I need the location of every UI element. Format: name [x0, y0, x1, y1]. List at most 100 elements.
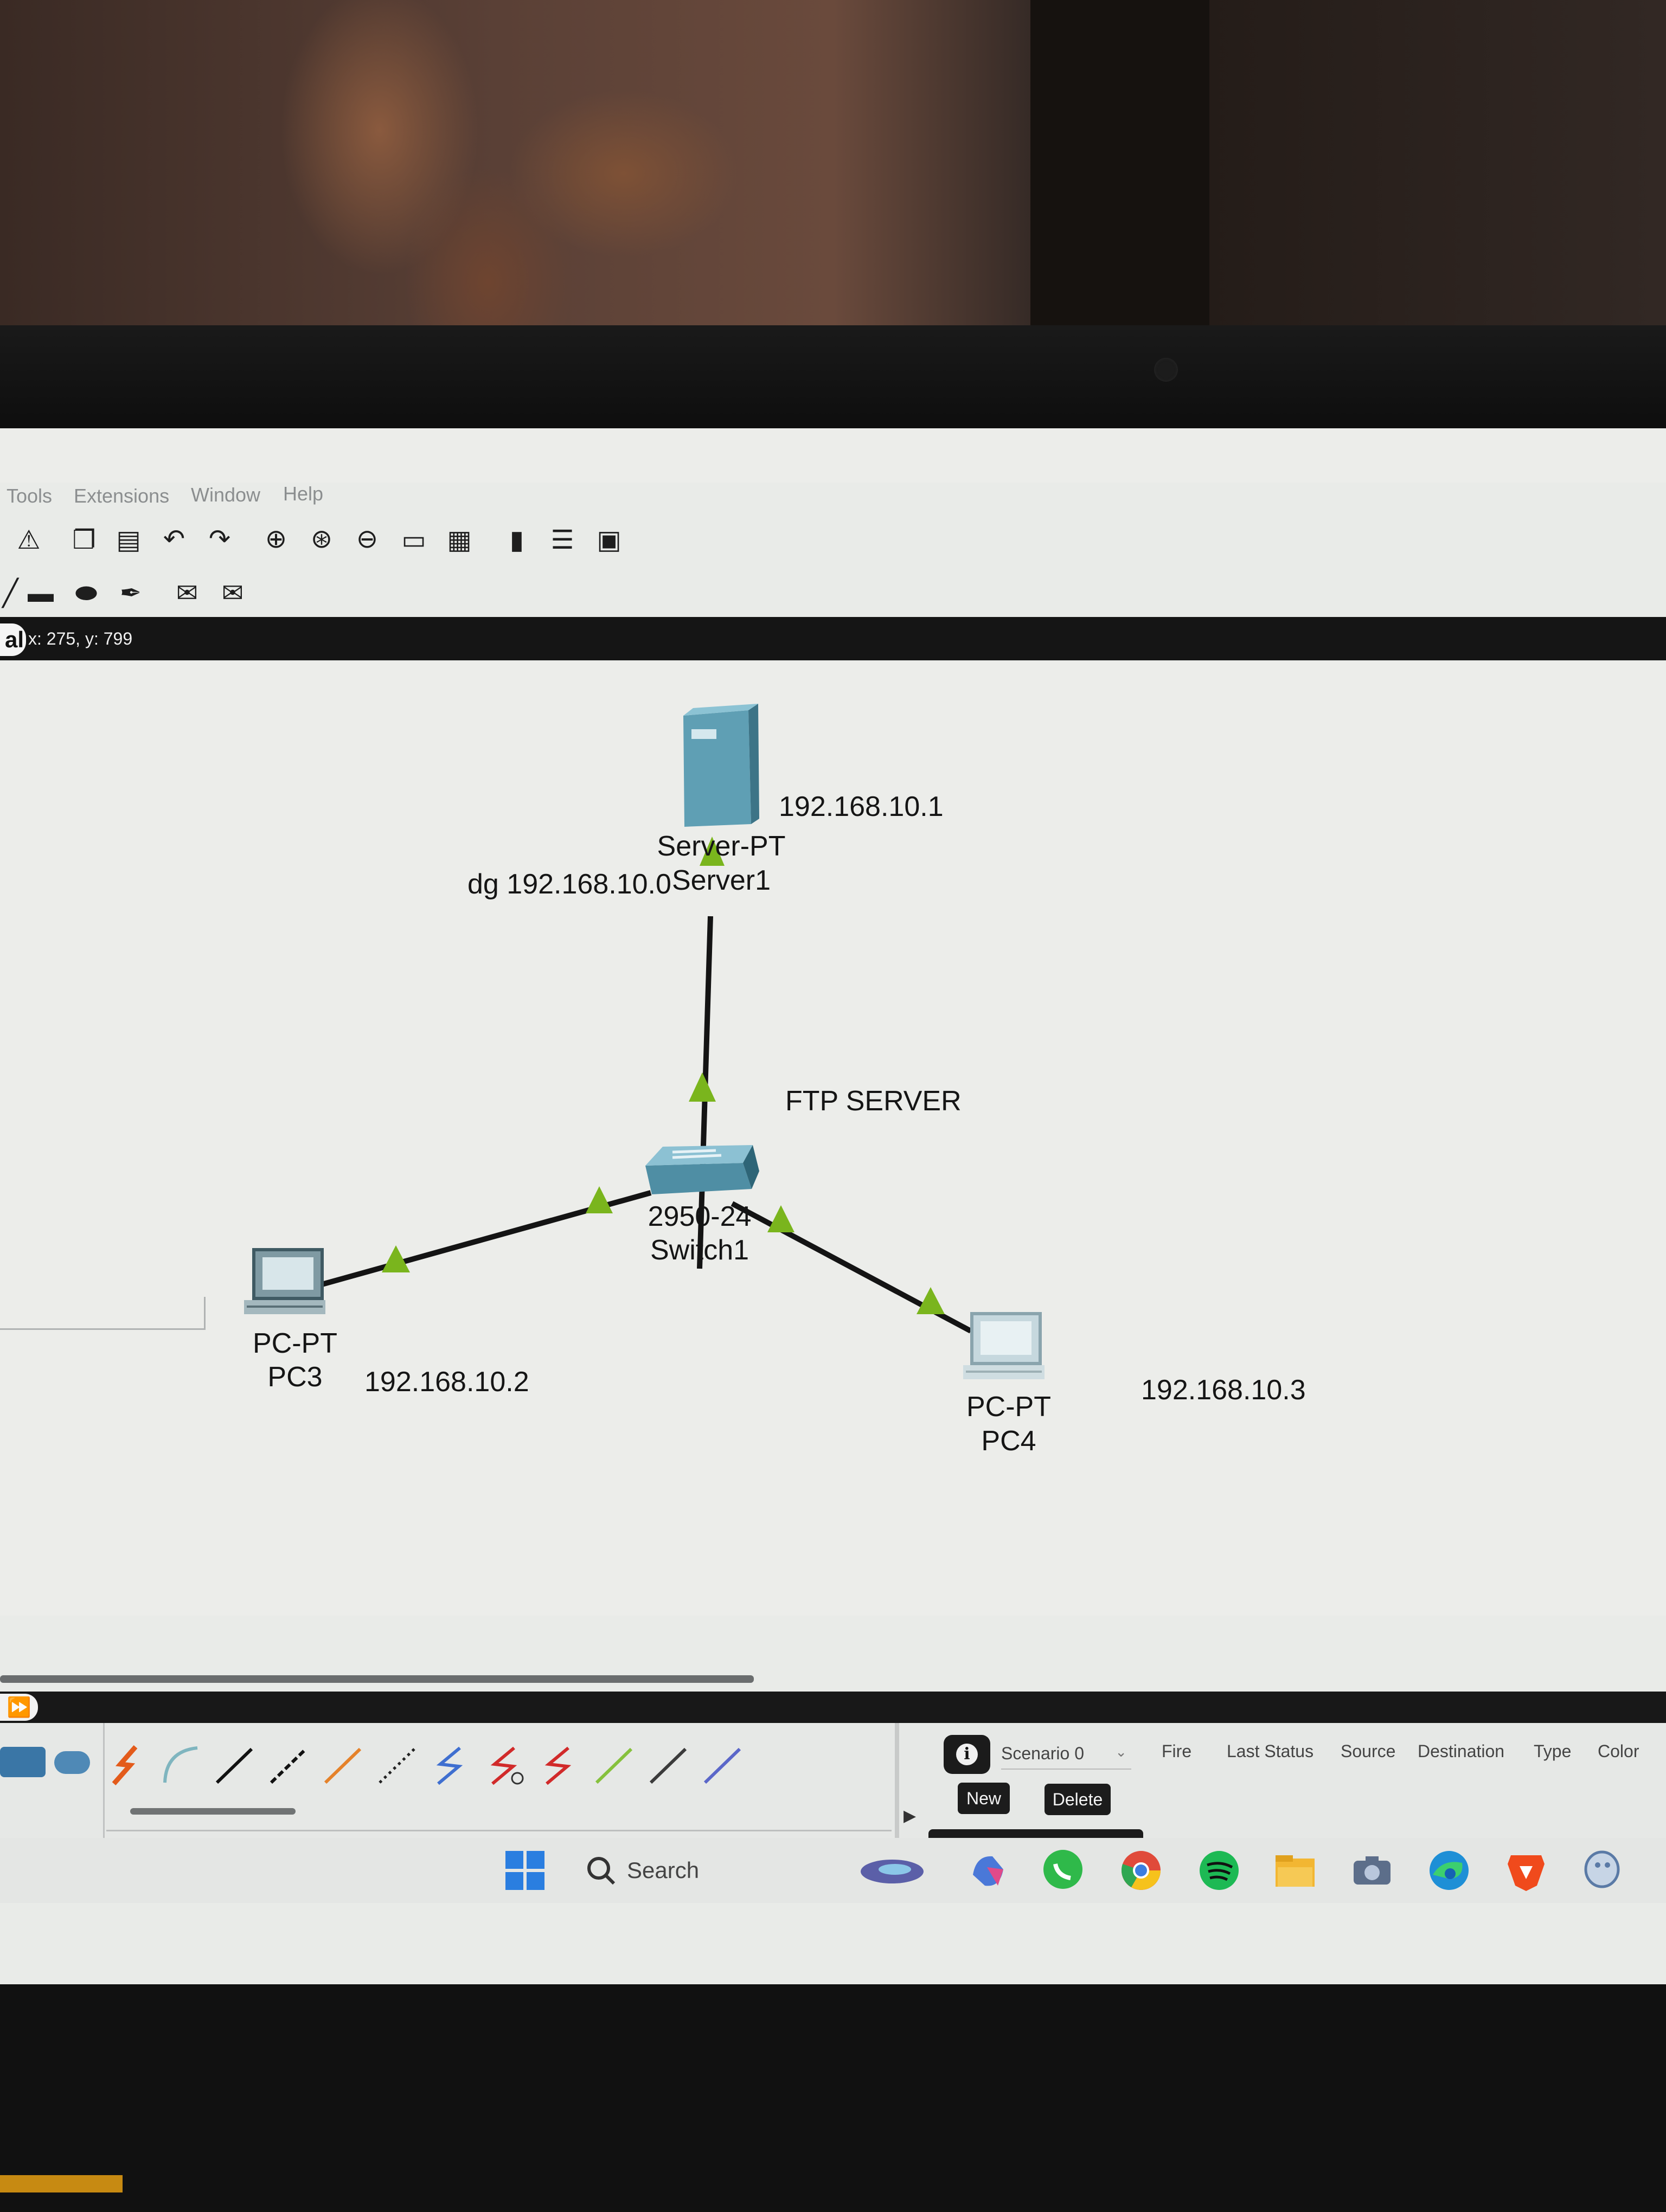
packet-tracer-window: Tools Extensions Window Help ⚠ ❐ ▤ ↶ ↷ ⊕…	[0, 428, 1666, 1984]
workspace-horizontal-scrollbar[interactable]	[0, 1675, 754, 1683]
scenario-info-button[interactable]: i	[944, 1735, 990, 1774]
windows-taskbar	[0, 1838, 1666, 1903]
camera-icon[interactable]	[1349, 1848, 1395, 1893]
server-ip-note[interactable]: 192.168.10.1	[779, 793, 944, 821]
switch1-model-label: 2950-24	[648, 1201, 752, 1232]
wall-shadow	[1030, 0, 1209, 347]
spotify-icon[interactable]	[1196, 1848, 1242, 1893]
background-wall	[0, 0, 1666, 347]
copper-cross-over-icon[interactable]	[264, 1740, 312, 1789]
coaxial-cable-icon[interactable]	[426, 1740, 475, 1789]
server1-model-label: Server-PT	[657, 831, 786, 862]
ellipse-tool-icon[interactable]: ⬬	[71, 578, 102, 609]
server1-icon[interactable]	[683, 704, 759, 827]
brave-icon[interactable]	[1503, 1848, 1549, 1893]
zoom-reset-icon[interactable]: ⊛	[306, 524, 337, 555]
pdu-col-color: Color	[1598, 1741, 1639, 1761]
pdu-col-type: Type	[1534, 1741, 1572, 1761]
laptop-bezel	[0, 325, 1666, 434]
pc4-icon[interactable]	[963, 1312, 1045, 1379]
automatic-connection-icon[interactable]	[101, 1740, 150, 1789]
menu-window[interactable]: Window	[191, 484, 260, 506]
workspace-header-strip	[0, 617, 1666, 660]
menu-tools[interactable]: Tools	[7, 485, 52, 507]
line-tool-icon[interactable]: ╱	[0, 578, 26, 609]
cursor-coordinates: x: 275, y: 799	[28, 629, 133, 648]
end-devices-category-icon[interactable]	[0, 1747, 46, 1777]
server1-name-label: Server1	[671, 865, 771, 896]
zoom-in-icon[interactable]: ⊕	[260, 524, 292, 555]
redo-icon[interactable]: ↷	[204, 524, 235, 555]
logical-workspace[interactable]: Server-PT Server1 2950-24 Switch1 PC-PT …	[0, 661, 1666, 1616]
rectangle-tool-icon[interactable]: ▬	[25, 578, 56, 609]
menu-extensions[interactable]: Extensions	[74, 485, 169, 507]
octal-cable-icon[interactable]	[589, 1740, 638, 1789]
link-status-switch-end-top	[689, 1072, 716, 1102]
connections-scrollbar[interactable]	[130, 1808, 296, 1815]
zoom-out-icon[interactable]: ⊖	[351, 524, 383, 555]
add-complex-pdu-icon[interactable]: ✉	[217, 578, 248, 609]
chevron-down-icon: ⌄	[1115, 1744, 1127, 1760]
link-status-switch-end-left	[586, 1186, 613, 1213]
pc3-ip-note[interactable]: 192.168.10.2	[364, 1368, 529, 1396]
scenario-value: Scenario 0	[1001, 1744, 1084, 1763]
menu-help[interactable]: Help	[283, 483, 323, 505]
link-status-pc4-end	[917, 1287, 945, 1314]
postgresql-icon[interactable]	[1579, 1848, 1625, 1893]
default-gateway-note[interactable]: dg 192.168.10.0	[467, 870, 671, 898]
pdu-col-source: Source	[1341, 1741, 1396, 1761]
pc3-name-label: PC3	[267, 1361, 323, 1393]
copilot-icon[interactable]	[965, 1848, 1011, 1893]
laptop-lower-bezel	[0, 1984, 1666, 2212]
workspace-mode-indicator[interactable]: al	[0, 623, 26, 656]
rectangle-view-icon[interactable]: ▭	[398, 525, 430, 556]
undo-icon[interactable]: ↶	[158, 524, 190, 555]
freeform-tool-icon[interactable]: ✒	[115, 578, 146, 609]
console-cable-icon[interactable]	[155, 1740, 204, 1789]
pdu-col-last-status: Last Status	[1227, 1741, 1314, 1761]
new-scenario-button[interactable]: New	[958, 1783, 1010, 1814]
menu-bar	[0, 428, 1666, 483]
palette-icon[interactable]: ▮	[501, 525, 533, 556]
chrome-icon[interactable]	[1118, 1848, 1164, 1893]
wan-emulation-category-icon[interactable]	[54, 1751, 90, 1774]
serial-dte-icon[interactable]	[535, 1740, 584, 1789]
activity-wizard-icon[interactable]: ⚠	[13, 525, 44, 556]
device-template-icon[interactable]: ☰	[547, 525, 578, 556]
pc4-name-label: PC4	[981, 1425, 1036, 1457]
expand-arrow-icon[interactable]: ▶	[904, 1806, 916, 1825]
usb-cable-icon[interactable]	[697, 1740, 746, 1789]
delete-scenario-button[interactable]: Delete	[1045, 1784, 1111, 1815]
whatsapp-icon[interactable]	[1040, 1848, 1086, 1893]
pdu-col-destination: Destination	[1418, 1741, 1505, 1761]
widgets-icon[interactable]	[857, 1848, 927, 1893]
panel-divider[interactable]	[895, 1723, 899, 1853]
edge-icon[interactable]	[1426, 1848, 1472, 1893]
copy-icon[interactable]: ❐	[68, 525, 100, 556]
image-icon[interactable]: ▣	[593, 525, 625, 556]
ftp-server-note[interactable]: FTP SERVER	[785, 1087, 962, 1115]
notes-icon[interactable]: ▦	[444, 525, 475, 556]
scenario-select[interactable]: Scenario 0 ⌄	[1001, 1744, 1131, 1770]
file-explorer-icon[interactable]	[1272, 1848, 1318, 1893]
fast-forward-button[interactable]: ⏩	[0, 1694, 38, 1721]
pdu-col-fire: Fire	[1162, 1741, 1192, 1761]
pc3-icon[interactable]	[244, 1248, 325, 1314]
iot-custom-cable-icon[interactable]	[643, 1740, 692, 1789]
info-icon: i	[956, 1744, 978, 1765]
switch1-name-label: Switch1	[650, 1234, 749, 1266]
realtime-strip	[0, 1692, 1666, 1723]
paste-icon[interactable]: ▤	[113, 525, 144, 556]
windows-start-icon[interactable]	[502, 1848, 548, 1893]
serial-dce-icon[interactable]	[480, 1740, 529, 1789]
keyboard-light-reflection	[0, 2175, 123, 2192]
fiber-icon[interactable]	[318, 1740, 367, 1789]
pc4-ip-note[interactable]: 192.168.10.3	[1141, 1376, 1306, 1404]
search-icon[interactable]	[578, 1848, 624, 1893]
add-simple-pdu-icon[interactable]: ✉	[171, 578, 203, 609]
copper-straight-through-icon[interactable]	[209, 1740, 258, 1789]
phone-cable-icon[interactable]	[372, 1740, 421, 1789]
taskbar-search-label[interactable]: Search	[627, 1848, 833, 1893]
switch1-icon[interactable]	[645, 1145, 759, 1194]
pc3-model-label: PC-PT	[253, 1328, 337, 1359]
